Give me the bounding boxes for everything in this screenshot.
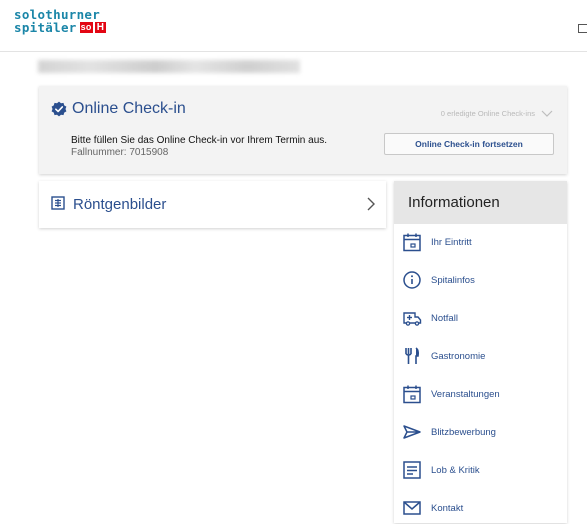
info-item-label: Veranstaltungen	[431, 388, 500, 400]
checkin-status[interactable]: 0 erledigte Online Check-ins	[441, 109, 553, 118]
hospital-logo[interactable]: solothurner spitäler so H	[14, 8, 108, 35]
info-item-gastronomie[interactable]: Gastronomie	[394, 340, 567, 372]
ambulance-icon	[403, 312, 422, 326]
logo-line2: spitäler	[14, 19, 77, 35]
info-item-label: Notfall	[431, 312, 458, 324]
xray-label: Röntgenbilder	[73, 196, 167, 213]
logout-icon[interactable]	[578, 24, 587, 33]
checkin-title: Online Check-in	[72, 100, 186, 117]
info-item-label: Lob & Kritik	[431, 464, 480, 476]
info-item-label: Gastronomie	[431, 350, 486, 362]
xray-image-icon	[51, 196, 65, 210]
info-item-label: Blitzbewerbung	[431, 426, 496, 438]
info-item-kontakt[interactable]: Kontakt	[394, 492, 567, 524]
info-item-label: Kontakt	[431, 502, 464, 514]
calendar-icon	[403, 233, 421, 252]
chevron-right-icon	[367, 197, 375, 211]
verified-badge-icon	[51, 101, 67, 117]
calendar-icon	[403, 385, 421, 404]
xray-card[interactable]: Röntgenbilder	[39, 181, 386, 228]
checkin-card: Online Check-in 0 erledigte Online Check…	[39, 86, 567, 174]
cutlery-icon	[405, 347, 420, 364]
info-heading: Informationen	[394, 181, 567, 224]
info-item-veranstaltungen[interactable]: Veranstaltungen	[394, 378, 567, 410]
checkin-description: Bitte füllen Sie das Online Check-in vor…	[71, 135, 328, 146]
info-panel: Informationen Ihr Eintritt Spitalinfos N…	[394, 181, 567, 523]
info-item-label: Spitalinfos	[431, 274, 475, 286]
info-item-spitalinfos[interactable]: Spitalinfos	[394, 264, 567, 296]
info-item-ihr-eintritt[interactable]: Ihr Eintritt	[394, 226, 567, 258]
chevron-down-icon	[541, 110, 553, 117]
case-number: Fallnummer: 7015908	[71, 147, 169, 158]
info-item-blitzbewerbung[interactable]: Blitzbewerbung	[394, 416, 567, 448]
info-icon	[403, 271, 421, 289]
logo-badge-h: H	[93, 21, 108, 34]
logo-badge-so: so	[79, 22, 93, 33]
info-item-label: Ihr Eintritt	[431, 236, 472, 248]
mail-icon	[403, 501, 421, 515]
feedback-icon	[403, 461, 421, 479]
send-icon	[403, 425, 421, 439]
info-item-notfall[interactable]: Notfall	[394, 302, 567, 334]
continue-checkin-button[interactable]: Online Check-in fortsetzen	[384, 133, 554, 155]
checkin-status-text: 0 erledigte Online Check-ins	[440, 109, 535, 118]
info-item-lob-kritik[interactable]: Lob & Kritik	[394, 454, 567, 486]
blurred-patient-name	[38, 60, 300, 73]
app-header: solothurner spitäler so H	[0, 0, 587, 52]
